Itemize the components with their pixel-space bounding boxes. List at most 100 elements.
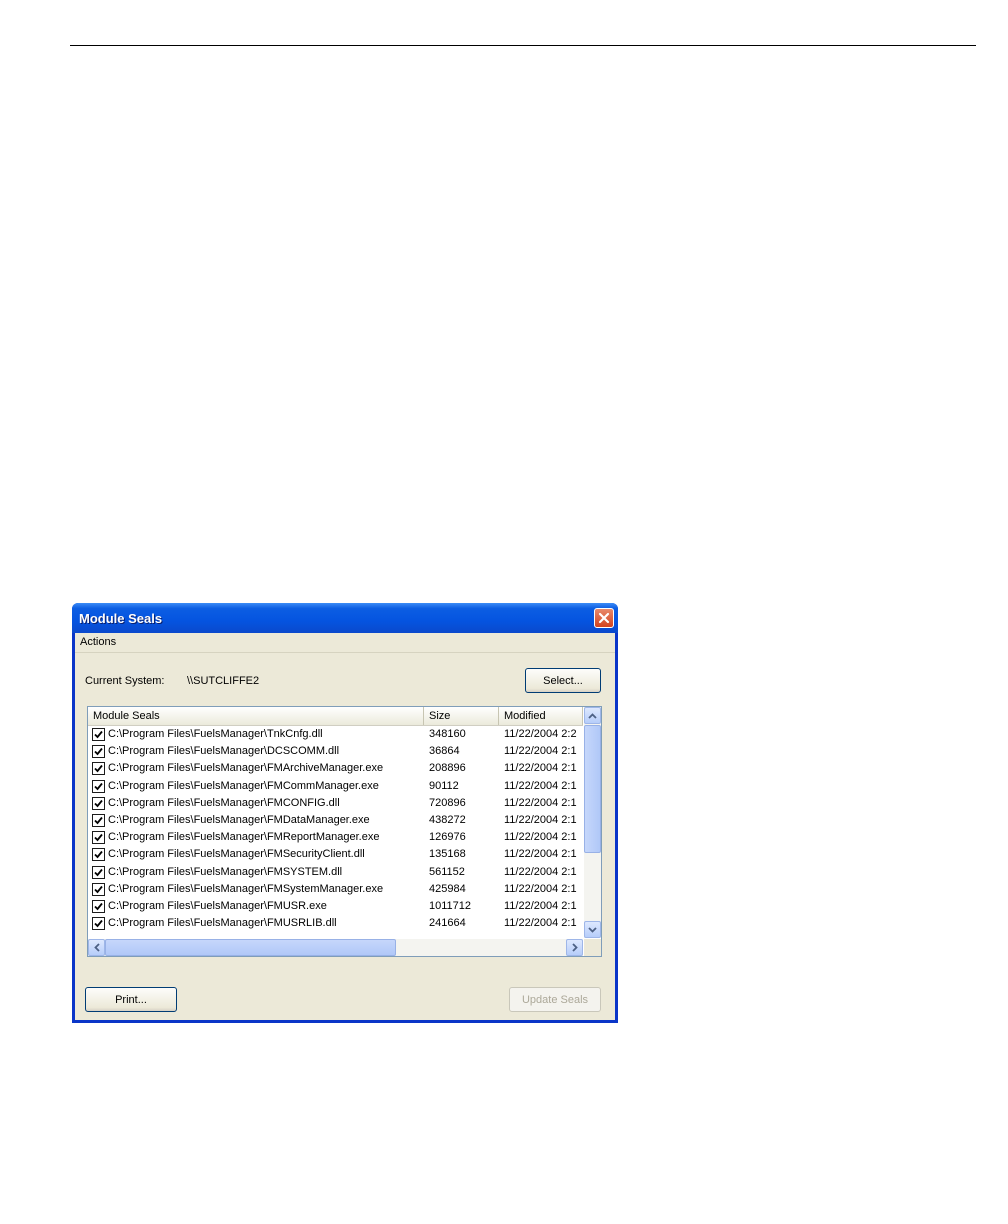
window-title: Module Seals bbox=[79, 611, 163, 626]
module-size: 208896 bbox=[429, 762, 466, 775]
list-item[interactable]: C:\Program Files\FuelsManager\DCSCOMM.dl… bbox=[88, 743, 583, 760]
update-seals-button[interactable]: Update Seals bbox=[509, 987, 601, 1012]
seal-checkbox[interactable] bbox=[92, 796, 105, 810]
module-modified: 11/22/2004 2:1 bbox=[504, 745, 577, 758]
check-icon bbox=[94, 816, 103, 825]
module-size: 425984 bbox=[429, 882, 466, 895]
column-header-modified[interactable]: Modified bbox=[499, 707, 583, 725]
module-seals-list[interactable]: Module Seals Size Modified C:\Program Fi… bbox=[87, 706, 602, 957]
module-path: C:\Program Files\FuelsManager\FMSecurity… bbox=[108, 848, 365, 861]
module-path: C:\Program Files\FuelsManager\FMArchiveM… bbox=[108, 762, 384, 775]
module-modified: 11/22/2004 2:1 bbox=[504, 899, 577, 912]
module-path: C:\Program Files\FuelsManager\FMCONFIG.d… bbox=[108, 796, 340, 809]
module-size: 36864 bbox=[429, 745, 460, 758]
dialog-client: Actions Current System: \\SUTCLIFFE2 Sel… bbox=[75, 633, 615, 1020]
list-item[interactable]: C:\Program Files\FuelsManager\FMSecurity… bbox=[88, 846, 583, 863]
module-size: 348160 bbox=[429, 728, 466, 740]
module-size: 126976 bbox=[429, 831, 466, 844]
list-item[interactable]: C:\Program Files\FuelsManager\FMCONFIG.d… bbox=[88, 795, 583, 812]
scroll-corner bbox=[584, 939, 601, 956]
module-path: C:\Program Files\FuelsManager\FMUSR.exe bbox=[108, 899, 327, 912]
check-icon bbox=[94, 851, 103, 859]
scroll-up-button[interactable] bbox=[584, 707, 601, 724]
module-seals-window: Module Seals Actions Current System: \\S… bbox=[72, 603, 618, 1023]
seal-checkbox[interactable] bbox=[92, 899, 105, 913]
list-item[interactable]: C:\Program Files\FuelsManager\TnkCnfg.dl… bbox=[88, 726, 583, 743]
menubar: Actions bbox=[75, 633, 615, 653]
seal-checkbox[interactable] bbox=[92, 762, 105, 776]
print-button[interactable]: Print... bbox=[85, 987, 177, 1012]
module-size: 135168 bbox=[429, 848, 466, 861]
module-modified: 11/22/2004 2:1 bbox=[504, 831, 577, 844]
horizontal-scroll-thumb[interactable] bbox=[105, 939, 396, 956]
check-icon bbox=[94, 730, 103, 739]
module-modified: 11/22/2004 2:1 bbox=[504, 762, 577, 775]
seal-checkbox[interactable] bbox=[92, 745, 105, 759]
module-path: C:\Program Files\FuelsManager\FMUSRLIB.d… bbox=[108, 917, 337, 930]
vertical-scroll-thumb[interactable] bbox=[584, 725, 601, 853]
chevron-up-icon bbox=[588, 712, 597, 719]
seal-checkbox[interactable] bbox=[92, 831, 105, 845]
list-rows: C:\Program Files\FuelsManager\TnkCnfg.dl… bbox=[88, 726, 583, 936]
list-item[interactable]: C:\Program Files\FuelsManager\FMUSR.exe 1… bbox=[88, 898, 583, 915]
list-item[interactable]: C:\Program Files\FuelsManager\FMSYSTEM.d… bbox=[88, 864, 583, 881]
close-icon bbox=[598, 612, 610, 624]
seal-checkbox[interactable] bbox=[92, 813, 105, 827]
module-modified: 11/22/2004 2:1 bbox=[504, 865, 577, 878]
module-modified: 11/22/2004 2:2 bbox=[504, 728, 577, 740]
chevron-right-icon bbox=[571, 943, 578, 952]
module-path: C:\Program Files\FuelsManager\DCSCOMM.dl… bbox=[108, 745, 340, 758]
module-modified: 11/22/2004 2:1 bbox=[504, 848, 577, 861]
module-size: 1011712 bbox=[429, 899, 472, 912]
vertical-scrollbar[interactable] bbox=[584, 707, 601, 938]
list-item[interactable]: C:\Program Files\FuelsManager\FMArchiveM… bbox=[88, 760, 583, 777]
select-button[interactable]: Select... bbox=[525, 668, 601, 693]
column-header-module-seals[interactable]: Module Seals bbox=[88, 707, 424, 725]
seal-checkbox[interactable] bbox=[92, 728, 105, 741]
module-path: C:\Program Files\FuelsManager\TnkCnfg.dl… bbox=[108, 728, 323, 740]
module-path: C:\Program Files\FuelsManager\FMCommMana… bbox=[108, 779, 379, 792]
check-icon bbox=[94, 885, 103, 894]
module-path: C:\Program Files\FuelsManager\FMSystemMa… bbox=[108, 882, 384, 895]
check-icon bbox=[94, 902, 103, 911]
seal-checkbox[interactable] bbox=[92, 917, 105, 931]
module-size: 438272 bbox=[429, 813, 466, 826]
check-icon bbox=[94, 919, 103, 928]
seal-checkbox[interactable] bbox=[92, 779, 105, 793]
check-icon bbox=[94, 748, 103, 756]
menu-actions[interactable]: Actions bbox=[80, 636, 116, 648]
print-button-label: Print... bbox=[115, 993, 147, 1006]
select-button-label: Select... bbox=[543, 674, 583, 687]
update-seals-button-label: Update Seals bbox=[521, 993, 589, 1006]
check-icon bbox=[94, 782, 103, 790]
list-item[interactable]: C:\Program Files\FuelsManager\FMSystemMa… bbox=[88, 881, 583, 898]
close-button[interactable] bbox=[594, 608, 614, 628]
list-item[interactable]: C:\Program Files\FuelsManager\FMCommMana… bbox=[88, 778, 583, 795]
module-size: 241664 bbox=[429, 917, 466, 930]
module-modified: 11/22/2004 2:1 bbox=[504, 882, 577, 895]
module-modified: 11/22/2004 2:1 bbox=[504, 813, 577, 826]
page-rule bbox=[70, 45, 976, 46]
current-system-label: Current System: bbox=[85, 675, 165, 687]
module-path: C:\Program Files\FuelsManager\FMReportMa… bbox=[108, 831, 380, 844]
horizontal-scrollbar[interactable] bbox=[88, 939, 583, 956]
scroll-down-button[interactable] bbox=[584, 921, 601, 938]
scroll-left-button[interactable] bbox=[88, 939, 105, 956]
column-header-size[interactable]: Size bbox=[424, 707, 499, 725]
check-icon bbox=[94, 765, 103, 773]
module-modified: 11/22/2004 2:1 bbox=[504, 796, 577, 809]
seal-checkbox[interactable] bbox=[92, 882, 105, 896]
module-size: 561152 bbox=[429, 865, 465, 878]
check-icon bbox=[94, 799, 103, 808]
module-modified: 11/22/2004 2:1 bbox=[504, 917, 577, 930]
list-item[interactable]: C:\Program Files\FuelsManager\FMReportMa… bbox=[88, 829, 583, 846]
scroll-right-button[interactable] bbox=[566, 939, 583, 956]
list-item[interactable]: C:\Program Files\FuelsManager\FMDataMana… bbox=[88, 812, 583, 829]
seal-checkbox[interactable] bbox=[92, 865, 105, 879]
check-icon bbox=[94, 868, 103, 876]
seal-checkbox[interactable] bbox=[92, 848, 105, 862]
module-size: 90112 bbox=[429, 779, 459, 792]
titlebar[interactable]: Module Seals bbox=[72, 603, 618, 633]
module-size: 720896 bbox=[429, 796, 466, 809]
list-item[interactable]: C:\Program Files\FuelsManager\FMUSRLIB.d… bbox=[88, 915, 583, 932]
